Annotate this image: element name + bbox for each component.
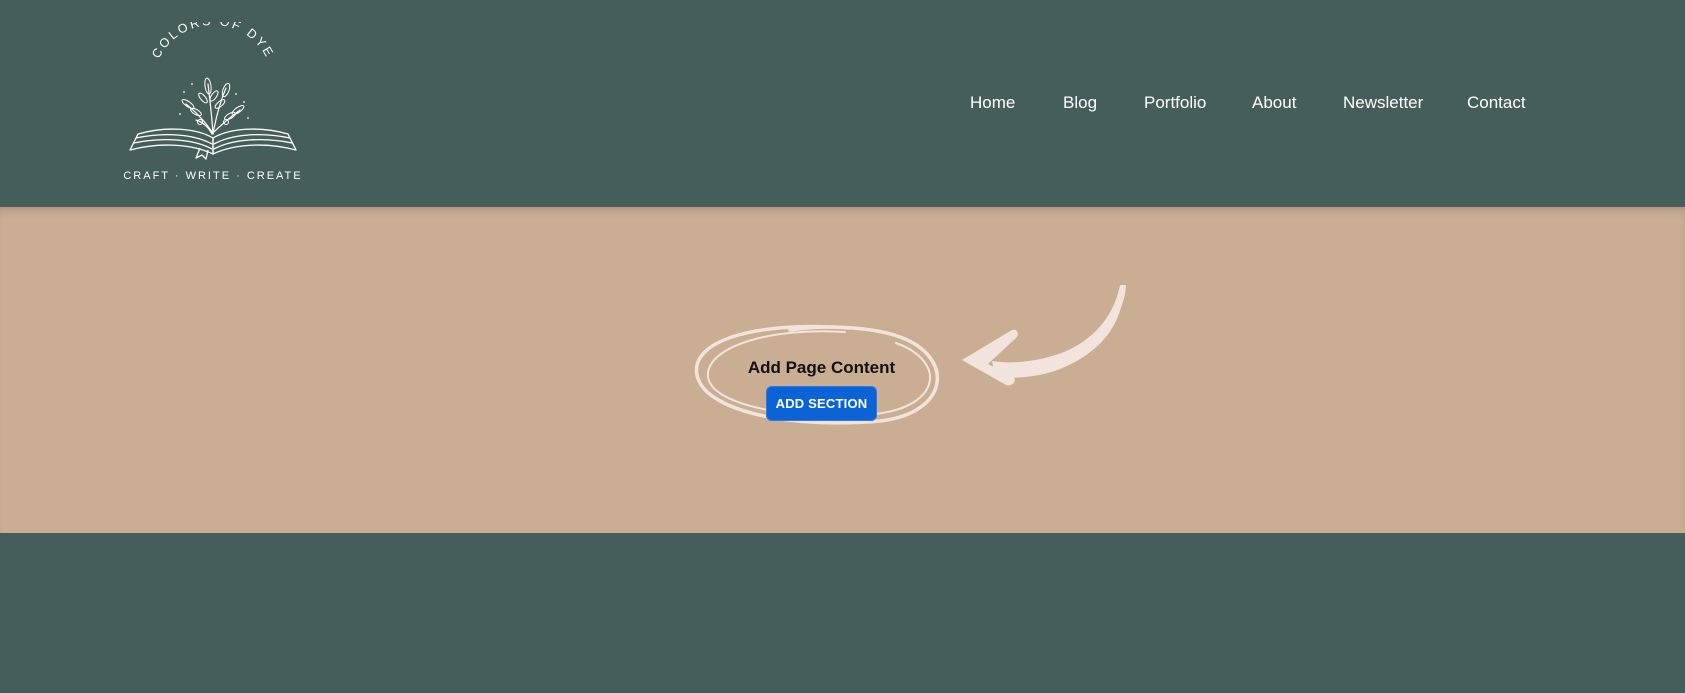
site-footer [0,533,1685,693]
nav-contact[interactable]: Contact [1467,92,1526,114]
main-nav: Home Blog Portfolio About Newsletter Con… [0,92,1685,122]
site-header: COLORS OF DYE [0,0,1685,207]
logo-arc-text: COLORS OF DYE [149,22,277,61]
logo-tagline: CRAFT · WRITE · CREATE [123,170,302,180]
nav-about[interactable]: About [1252,92,1296,114]
nav-portfolio[interactable]: Portfolio [1144,92,1206,114]
page: COLORS OF DYE [0,0,1685,693]
add-section-button[interactable]: ADD SECTION [766,386,877,421]
nav-newsletter[interactable]: Newsletter [1343,92,1423,114]
nav-home[interactable]: Home [970,92,1015,114]
add-page-content-heading: Add Page Content [747,358,896,377]
empty-page-section: Add Page Content ADD SECTION [0,207,1685,533]
nav-blog[interactable]: Blog [1063,92,1097,114]
